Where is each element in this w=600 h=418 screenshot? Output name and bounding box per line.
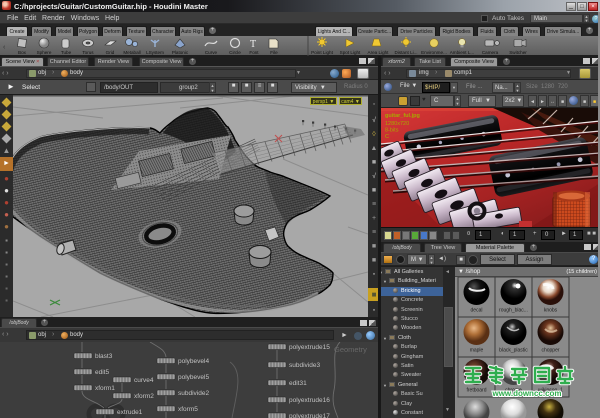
svg-text:T: T: [250, 39, 256, 50]
svg-text:maple: maple: [470, 348, 484, 354]
svg-text:black_plastic: black_plastic: [499, 348, 528, 354]
svg-text:xform5: xform5: [178, 406, 198, 413]
svg-text:Sphere: Sphere: [37, 50, 52, 55]
svg-text:subdivide3: subdivide3: [289, 362, 320, 369]
svg-text:polybevel4: polybevel4: [178, 358, 209, 365]
svg-text:Metaball: Metaball: [123, 50, 140, 55]
svg-text:polyextrude15: polyextrude15: [289, 344, 330, 351]
svg-text:Switcher: Switcher: [509, 50, 527, 55]
svg-text:polyextrude17: polyextrude17: [289, 413, 330, 418]
svg-text:www.downcc.com: www.downcc.com: [491, 389, 561, 398]
svg-text:Curve: Curve: [205, 50, 218, 55]
svg-text:Box: Box: [18, 50, 27, 55]
svg-text:Font: Font: [249, 50, 259, 55]
svg-text:polyextrude16: polyextrude16: [289, 397, 330, 404]
svg-text:chopper: chopper: [541, 348, 559, 354]
svg-text:8-bits: 8-bits: [385, 128, 399, 134]
svg-text:Point Light: Point Light: [311, 50, 333, 55]
svg-text:guitar_ful.jpg: guitar_ful.jpg: [385, 113, 420, 119]
svg-text:Platonic: Platonic: [172, 50, 189, 55]
svg-text:Camera: Camera: [482, 50, 499, 55]
svg-text:knobs: knobs: [544, 308, 558, 314]
svg-text:Torus: Torus: [82, 50, 94, 55]
svg-text:1280x720: 1280x720: [385, 121, 409, 127]
svg-text:Geometry: Geometry: [334, 345, 367, 354]
svg-text:polybevel5: polybevel5: [178, 374, 209, 381]
svg-text:extrude1: extrude1: [117, 409, 143, 416]
svg-text:File: File: [270, 50, 278, 55]
svg-text:Area Light: Area Light: [368, 50, 390, 55]
svg-text:curve4: curve4: [134, 377, 154, 384]
svg-text:LSystem: LSystem: [146, 50, 164, 55]
svg-text:Spot Light: Spot Light: [340, 50, 361, 55]
svg-text:xform2: xform2: [134, 393, 154, 400]
svg-text:Circle: Circle: [229, 50, 241, 55]
svg-text:Grid: Grid: [106, 50, 115, 55]
svg-text:Ambient L...: Ambient L...: [450, 50, 475, 55]
svg-text:Environme...: Environme...: [421, 50, 447, 55]
svg-text:Tube: Tube: [61, 50, 72, 55]
svg-text:decal: decal: [471, 308, 483, 314]
svg-text:C: C: [385, 134, 389, 140]
svg-text:edit31: edit31: [289, 380, 307, 387]
svg-text:edit5: edit5: [95, 369, 109, 376]
svg-text:xform1: xform1: [95, 385, 115, 392]
svg-text:Distant Li...: Distant Li...: [395, 50, 418, 55]
svg-text:‹: ‹: [3, 44, 6, 51]
svg-text:subdivide2: subdivide2: [178, 390, 209, 397]
svg-text:blast3: blast3: [95, 353, 113, 360]
svg-text:rough_blac...: rough_blac...: [499, 308, 528, 314]
